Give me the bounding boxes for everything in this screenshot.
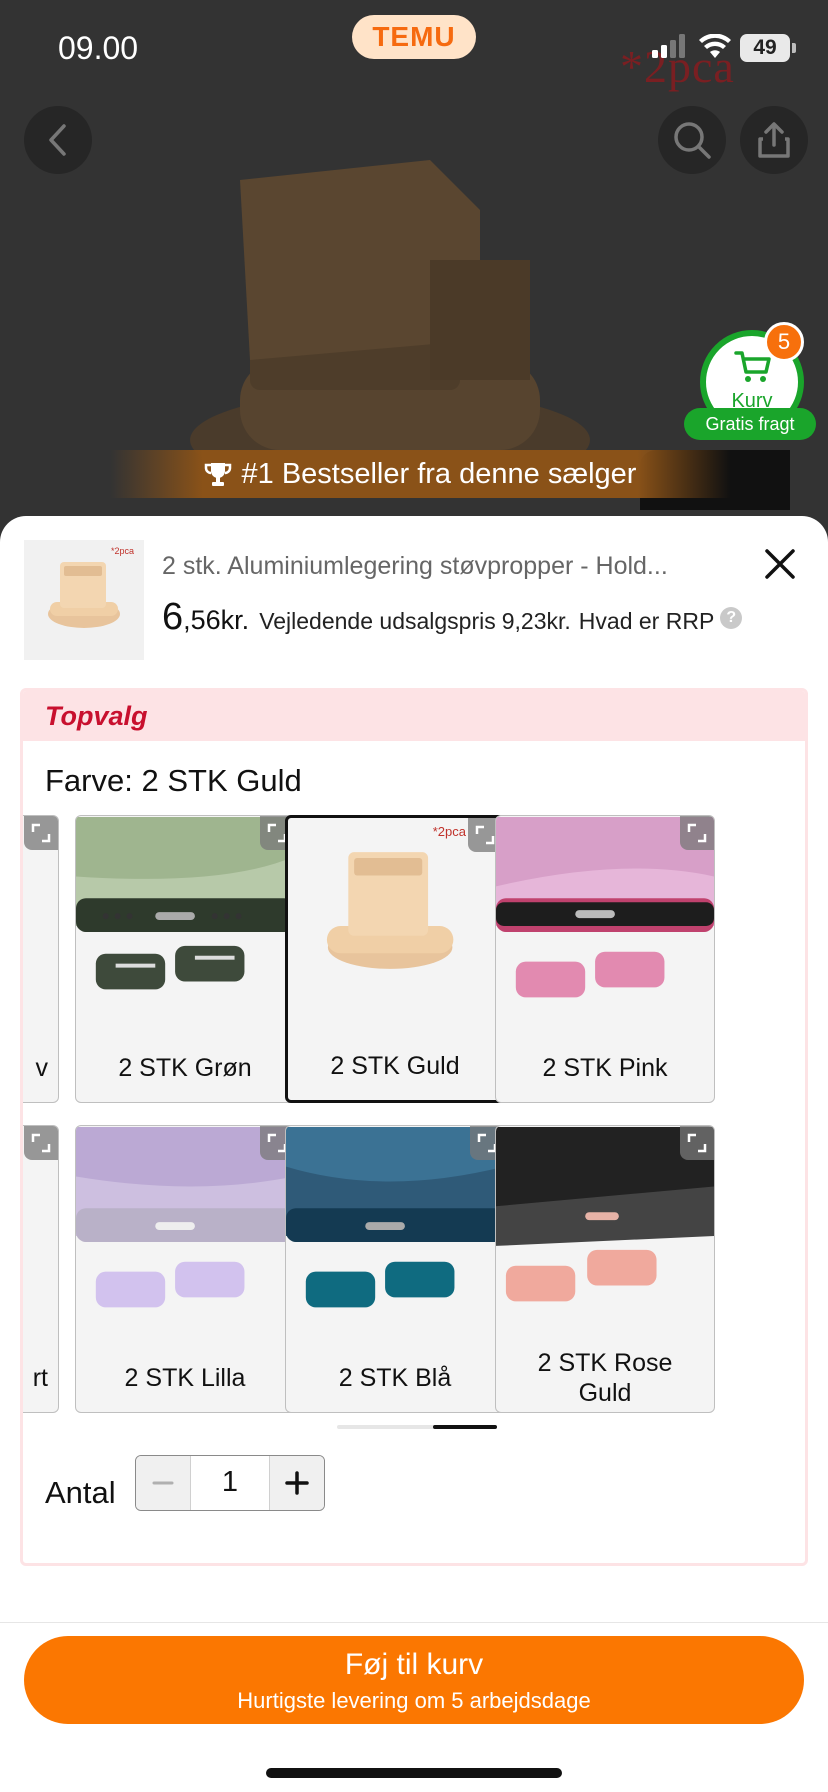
decrement-button[interactable]: [136, 1456, 190, 1510]
variant-label: v: [35, 1054, 49, 1082]
variant-label: 2 STK Rose Guld: [537, 1349, 673, 1407]
close-button[interactable]: [758, 542, 802, 586]
help-icon[interactable]: ?: [720, 606, 743, 629]
variant-card-lilac[interactable]: 2 STK Lilla: [75, 1125, 295, 1413]
variant-card-rose-gold[interactable]: 2 STK Rose Guld: [495, 1125, 715, 1413]
bestseller-text: #1 Bestseller fra denne sælger: [241, 457, 637, 490]
expand-icon[interactable]: [680, 816, 714, 850]
free-shipping-badge: Gratis fragt: [684, 408, 816, 440]
wifi-icon: [699, 34, 731, 58]
variant-label: 2 STK Blå: [338, 1364, 452, 1392]
delivery-info: Hurtigste levering om 5 arbejdsdage: [237, 1688, 591, 1713]
share-button[interactable]: [740, 106, 808, 174]
status-time: 09.00: [58, 30, 139, 66]
variant-card-gold[interactable]: *2pca 2 STK Guld: [285, 815, 505, 1103]
variant-grid[interactable]: v 2 STK Grøn *2pca 2 STK Guld 2 STK Pink…: [23, 815, 805, 1419]
expand-icon[interactable]: [24, 816, 58, 850]
thumbnail-tag: *2pca: [110, 546, 134, 556]
sku-selector-sheet: *2pca 2 stk. Aluminiumlegering støvpropp…: [0, 516, 828, 1792]
variant-label: 2 STK Grøn: [118, 1054, 252, 1082]
rrp-value: 9,23kr.: [501, 608, 571, 634]
topvalg-section: Topvalg Farve: 2 STK Guld v 2 STK Grøn *…: [20, 688, 808, 1566]
battery-tip: [792, 43, 796, 53]
search-icon: [674, 122, 711, 159]
variant-scrollbar[interactable]: [337, 1425, 497, 1429]
home-indicator[interactable]: [266, 1768, 562, 1778]
cart-icon: [734, 351, 771, 382]
product-title: 2 stk. Aluminiumlegering støvpropper - H…: [162, 552, 668, 580]
trophy-icon: [204, 463, 231, 486]
color-label-prefix: Farve:: [45, 763, 133, 798]
chevron-left-icon: [49, 124, 66, 156]
variant-label: 2 STK Lilla: [124, 1364, 246, 1392]
close-icon: [765, 549, 795, 579]
expand-icon[interactable]: [680, 1126, 714, 1160]
cart-count-badge: 5: [764, 322, 804, 362]
product-thumbnail[interactable]: *2pca: [24, 540, 144, 660]
cellular-signal-icon: [652, 34, 685, 58]
scrollbar-thumb[interactable]: [433, 1425, 497, 1429]
bestseller-banner: #1 Bestseller fra denne sælger: [110, 450, 730, 498]
variant-label: 2 STK Pink: [542, 1054, 668, 1082]
expand-icon[interactable]: [24, 1126, 58, 1160]
product-image: [190, 160, 590, 490]
add-to-cart-button[interactable]: Føj til kurv Hurtigste levering om 5 arb…: [24, 1636, 804, 1724]
temu-logo: TEMU: [352, 15, 476, 59]
battery-indicator: 49: [740, 34, 790, 62]
quantity-value[interactable]: 1: [190, 1456, 270, 1510]
price-integer: 6: [162, 596, 184, 638]
selected-color-label: Farve: 2 STK Guld: [45, 763, 302, 799]
status-bar: 09.00 TEMU 49: [0, 0, 828, 100]
quantity-label: Antal: [45, 1475, 116, 1510]
price-decimals: ,56kr.: [183, 605, 250, 635]
plus-icon: [285, 1471, 309, 1495]
variant-card-pink[interactable]: 2 STK Pink: [495, 815, 715, 1103]
gold-plug-image: [48, 562, 120, 628]
rrp-help-link[interactable]: Hvad er RRP: [579, 608, 714, 635]
back-button[interactable]: [24, 106, 92, 174]
variant-card-blue[interactable]: 2 STK Blå: [285, 1125, 505, 1413]
search-button[interactable]: [658, 106, 726, 174]
variant-label: 2 STK Guld: [330, 1052, 460, 1080]
add-to-cart-label: Føj til kurv: [344, 1648, 484, 1681]
variant-card-green[interactable]: 2 STK Grøn: [75, 815, 295, 1103]
share-icon: [758, 122, 790, 158]
rrp-label: Vejledende udsalgspris: [259, 608, 496, 634]
variant-label: rt: [32, 1364, 48, 1392]
variant-card-partial-1[interactable]: v: [23, 815, 59, 1103]
variant-card-partial-2[interactable]: rt: [23, 1125, 59, 1413]
variant-tag: *2pca: [432, 824, 466, 839]
minus-icon: [152, 1481, 174, 1485]
price-row: 6 ,56kr. Vejledende udsalgspris 9,23kr. …: [162, 596, 743, 639]
increment-button[interactable]: [270, 1456, 324, 1510]
topvalg-header: Topvalg: [23, 691, 805, 741]
footer-divider: [0, 1622, 828, 1623]
quantity-stepper[interactable]: 1: [135, 1455, 325, 1511]
color-label-value: 2 STK Guld: [141, 763, 302, 798]
